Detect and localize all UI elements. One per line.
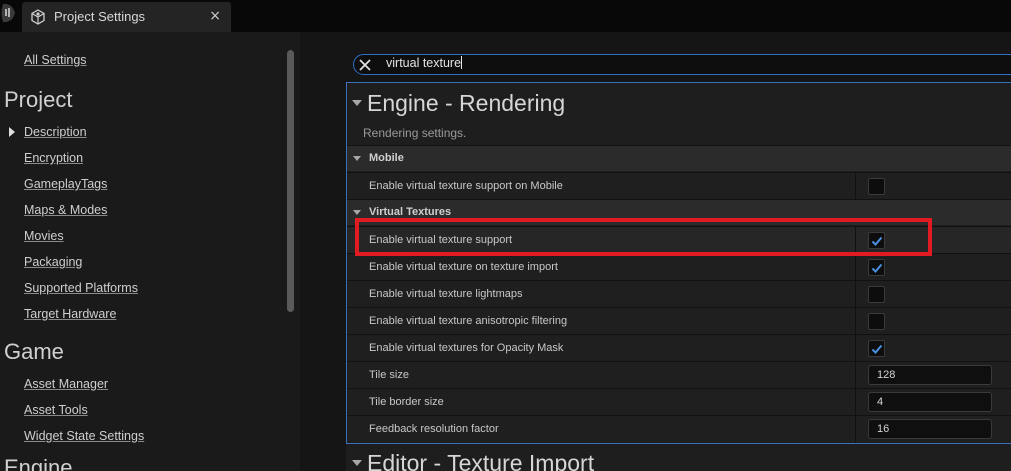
property-row: Enable virtual textures for Opacity Mask: [347, 334, 1011, 362]
column-divider: [855, 254, 856, 281]
tab-title: Project Settings: [54, 9, 146, 24]
engine-heading: Engine: [4, 455, 73, 471]
sidebar-item-description[interactable]: Description: [24, 125, 87, 139]
selected-arrow-icon: [9, 127, 15, 137]
sidebar-item-supported-platforms[interactable]: Supported Platforms: [24, 281, 138, 295]
sidebar-item-asset-manager[interactable]: Asset Manager: [24, 377, 108, 391]
column-divider: [855, 389, 856, 416]
property-label: Tile size: [369, 369, 409, 381]
clear-search-icon[interactable]: [357, 57, 373, 73]
tab-project-settings[interactable]: Project Settings ×: [22, 2, 231, 32]
enable-vt-anisotropic-checkbox[interactable]: [868, 313, 885, 330]
column-divider: [855, 362, 856, 389]
section-description: Rendering settings.: [363, 126, 467, 140]
project-heading: Project: [4, 87, 73, 112]
title-bar: Project Settings ×: [0, 0, 1011, 32]
feedback-resolution-input[interactable]: 16: [868, 419, 992, 439]
panel-gap: [300, 32, 320, 471]
section-title-engine-rendering: Engine - Rendering: [367, 90, 566, 116]
tile-border-size-input[interactable]: 4: [868, 392, 992, 412]
property-label: Tile border size: [369, 396, 444, 408]
sidebar-item-target-hardware[interactable]: Target Hardware: [24, 307, 116, 321]
property-label: Enable virtual texture on texture import: [369, 261, 558, 273]
enable-vt-lightmaps-checkbox[interactable]: [868, 286, 885, 303]
settings-cube-icon: [31, 9, 45, 25]
column-divider: [855, 281, 856, 308]
collapse-section-icon[interactable]: [352, 460, 362, 466]
property-row: Feedback resolution factor 16: [347, 415, 1011, 443]
game-heading: Game: [4, 339, 64, 364]
property-row: Enable virtual texture on texture import: [347, 253, 1011, 281]
collapse-section-icon[interactable]: [352, 100, 362, 106]
sidebar-item-maps-modes[interactable]: Maps & Modes: [24, 203, 107, 217]
column-divider: [855, 308, 856, 335]
search-input[interactable]: virtual texture: [386, 56, 986, 70]
sidebar-item-movies[interactable]: Movies: [24, 229, 64, 243]
enable-vt-texture-import-checkbox[interactable]: [868, 259, 885, 276]
sidebar-item-packaging[interactable]: Packaging: [24, 255, 82, 269]
column-divider: [855, 335, 856, 362]
checkmark-icon: [871, 263, 883, 273]
property-label: Enable virtual texture lightmaps: [369, 288, 523, 300]
sidebar-item-asset-tools[interactable]: Asset Tools: [24, 403, 88, 417]
enable-vt-mobile-checkbox[interactable]: [868, 178, 885, 195]
project-settings-window: Project Settings × All Settings Project …: [0, 0, 1011, 471]
checkmark-icon: [871, 344, 883, 354]
category-mobile[interactable]: Mobile: [347, 145, 1011, 171]
property-label: Enable virtual texture anisotropic filte…: [369, 315, 568, 327]
text-caret: [461, 56, 463, 69]
property-row: Tile border size 4: [347, 388, 1011, 416]
property-row: Enable virtual texture support on Mobile: [347, 172, 1011, 200]
category-label: Virtual Textures: [369, 206, 452, 218]
property-label: Enable virtual textures for Opacity Mask: [369, 342, 564, 354]
property-row: Tile size 128: [347, 361, 1011, 389]
section-title-editor-texture-import: Editor - Texture Import: [367, 450, 595, 471]
sidebar-scrollbar[interactable]: [287, 50, 294, 312]
sidebar-item-encryption[interactable]: Encryption: [24, 151, 83, 165]
annotation-highlight-box: [355, 218, 932, 256]
category-label: Mobile: [369, 152, 404, 164]
property-row: Enable virtual texture anisotropic filte…: [347, 307, 1011, 335]
close-tab-button[interactable]: ×: [209, 8, 221, 24]
collapse-category-icon: [353, 210, 361, 215]
collapse-category-icon: [353, 156, 361, 161]
sidebar-item-gameplaytags[interactable]: GameplayTags: [24, 177, 107, 191]
tile-size-input[interactable]: 128: [868, 365, 992, 385]
property-label: Enable virtual texture support on Mobile: [369, 180, 563, 192]
column-divider: [855, 416, 856, 443]
sidebar-item-widget-state-settings[interactable]: Widget State Settings: [24, 429, 144, 443]
property-label: Feedback resolution factor: [369, 423, 499, 435]
property-row: Enable virtual texture lightmaps: [347, 280, 1011, 308]
unreal-logo-icon: [1, 3, 15, 23]
all-settings-link[interactable]: All Settings: [24, 53, 87, 67]
column-divider: [855, 173, 856, 200]
enable-vt-opacity-mask-checkbox[interactable]: [868, 340, 885, 357]
